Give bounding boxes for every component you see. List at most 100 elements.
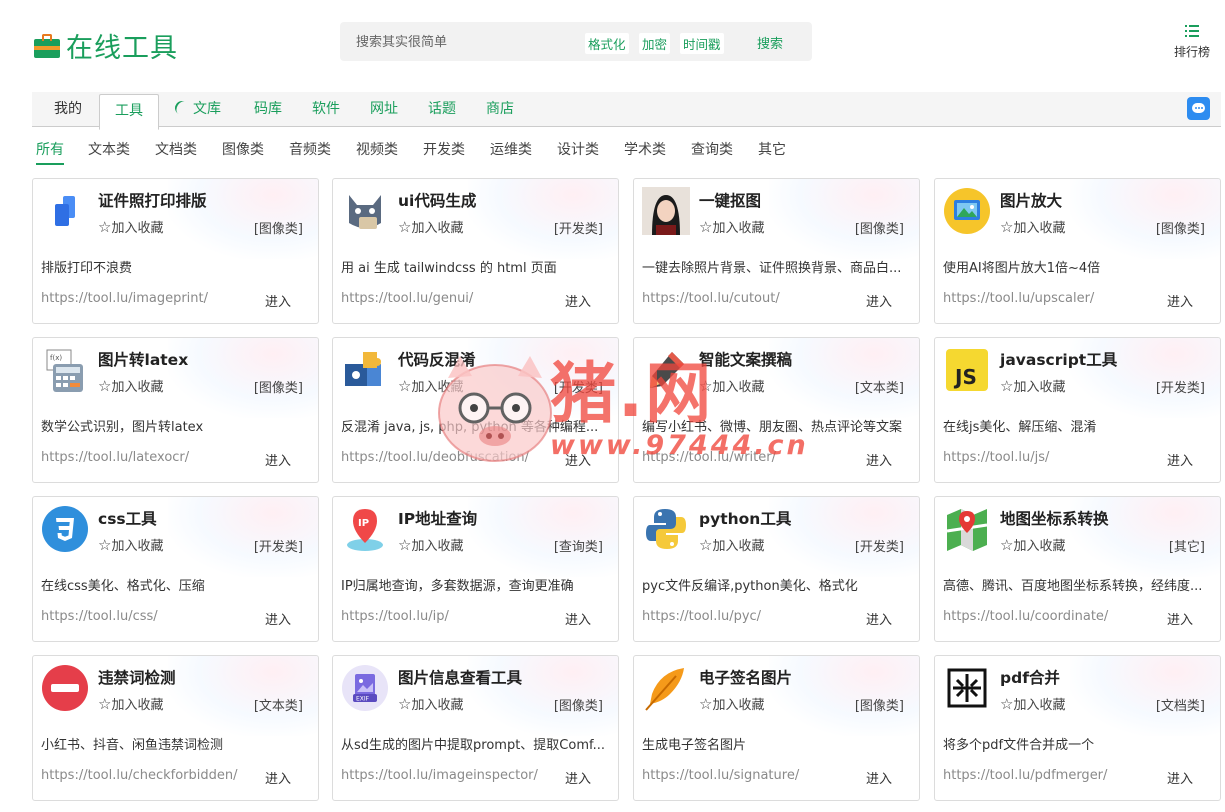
tool-card[interactable]: 代码反混淆 ☆加入收藏 [开发类] 反混淆 java, js, php, python… [332, 337, 619, 483]
card-url[interactable]: https://tool.lu/imageprint/ [41, 291, 241, 306]
category-audio[interactable]: 音频类 [289, 139, 331, 159]
tool-card[interactable]: 违禁词检测 ☆加入收藏 [文本类] 小红书、抖音、闲鱼违禁词检测 https://too… [32, 655, 319, 801]
favorite-button[interactable]: ☆加入收藏 [1000, 217, 1065, 236]
favorite-button[interactable]: ☆加入收藏 [98, 217, 163, 236]
card-url[interactable]: https://tool.lu/writer/ [642, 450, 842, 465]
favorite-button[interactable]: ☆加入收藏 [699, 217, 764, 236]
card-url[interactable]: https://tool.lu/latexocr/ [41, 450, 241, 465]
favorite-button[interactable]: ☆加入收藏 [398, 535, 463, 554]
favorite-button[interactable]: ☆加入收藏 [1000, 535, 1065, 554]
card-url[interactable]: https://tool.lu/checkforbidden/ [41, 768, 241, 783]
category-all[interactable]: 所有 [36, 139, 64, 165]
card-url[interactable]: https://tool.lu/ip/ [341, 609, 541, 624]
enter-button[interactable]: 进入 [565, 768, 591, 787]
tool-card[interactable]: 电子签名图片 ☆加入收藏 [图像类] 生成电子签名图片 https://tool.lu/… [633, 655, 920, 801]
card-url[interactable]: https://tool.lu/upscaler/ [943, 291, 1143, 306]
card-title[interactable]: css工具 [98, 507, 157, 529]
card-title[interactable]: ui代码生成 [398, 189, 476, 211]
card-title[interactable]: 代码反混淆 [398, 348, 476, 370]
tool-card[interactable]: 地图坐标系转换 ☆加入收藏 [其它] 高德、腾讯、百度地图坐标系转换，经纬度... ht… [934, 496, 1221, 642]
tool-card[interactable]: IP IP地址查询 ☆加入收藏 [查询类] IP归属地查询，多套数据源，查询更准确 htt… [332, 496, 619, 642]
search-input[interactable] [356, 32, 566, 52]
tab-my[interactable]: 我的 [39, 92, 97, 127]
site-logo[interactable]: 在线工具 [34, 26, 178, 65]
card-title[interactable]: javascript工具 [1000, 348, 1117, 370]
enter-button[interactable]: 进入 [866, 768, 892, 787]
tool-card[interactable]: 证件照打印排版 ☆加入收藏 [图像类] 排版打印不浪费 https://tool.lu/… [32, 178, 319, 324]
tab-library[interactable]: 文库 [160, 92, 236, 127]
favorite-button[interactable]: ☆加入收藏 [398, 217, 463, 236]
category-image[interactable]: 图像类 [222, 139, 264, 159]
enter-button[interactable]: 进入 [866, 450, 892, 469]
card-title[interactable]: 智能文案撰稿 [699, 348, 792, 370]
tab-sites[interactable]: 网址 [355, 92, 413, 127]
category-design[interactable]: 设计类 [557, 139, 599, 159]
tool-card[interactable]: python工具 ☆加入收藏 [开发类] pyc文件反编译,python美化、格式化 h… [633, 496, 920, 642]
card-title[interactable]: 违禁词检测 [98, 666, 176, 688]
card-url[interactable]: https://tool.lu/deobfuscation/ [341, 450, 541, 465]
enter-button[interactable]: 进入 [265, 609, 291, 628]
rank-button[interactable]: 排行榜 [1172, 24, 1212, 60]
tool-card[interactable]: 智能文案撰稿 ☆加入收藏 [文本类] 编写小红书、微博、朋友圈、热点评论等文案 http… [633, 337, 920, 483]
category-video[interactable]: 视频类 [356, 139, 398, 159]
favorite-button[interactable]: ☆加入收藏 [699, 376, 764, 395]
enter-button[interactable]: 进入 [265, 291, 291, 310]
tool-card[interactable]: 一键抠图 ☆加入收藏 [图像类] 一键去除照片背景、证件照换背景、商品白... http… [633, 178, 920, 324]
search-tag-timestamp[interactable]: 时间戳 [680, 33, 724, 54]
card-url[interactable]: https://tool.lu/imageinspector/ [341, 768, 541, 783]
card-title[interactable]: 地图坐标系转换 [1000, 507, 1109, 529]
tool-card[interactable]: pdf合并 ☆加入收藏 [文档类] 将多个pdf文件合并成一个 https://tool… [934, 655, 1221, 801]
enter-button[interactable]: 进入 [265, 450, 291, 469]
search-tag-format[interactable]: 格式化 [585, 33, 629, 54]
category-query[interactable]: 查询类 [691, 139, 733, 159]
card-title[interactable]: pdf合并 [1000, 666, 1060, 688]
card-title[interactable]: 图片信息查看工具 [398, 666, 522, 688]
category-ops[interactable]: 运维类 [490, 139, 532, 159]
card-url[interactable]: https://tool.lu/pyc/ [642, 609, 842, 624]
favorite-button[interactable]: ☆加入收藏 [1000, 376, 1065, 395]
favorite-button[interactable]: ☆加入收藏 [699, 535, 764, 554]
card-title[interactable]: 证件照打印排版 [98, 189, 207, 211]
category-dev[interactable]: 开发类 [423, 139, 465, 159]
tab-tools[interactable]: 工具 [99, 94, 159, 130]
tool-card[interactable]: 图片放大 ☆加入收藏 [图像类] 使用AI将图片放大1倍~4倍 https://tool… [934, 178, 1221, 324]
favorite-button[interactable]: ☆加入收藏 [398, 694, 463, 713]
favorite-button[interactable]: ☆加入收藏 [98, 535, 163, 554]
card-url[interactable]: https://tool.lu/signature/ [642, 768, 842, 783]
card-url[interactable]: https://tool.lu/cutout/ [642, 291, 842, 306]
tab-store[interactable]: 商店 [471, 92, 529, 127]
tool-card[interactable]: f(x) 图片转latex ☆加入收藏 [图像类] 数学公式识别，图片转latex htt… [32, 337, 319, 483]
card-url[interactable]: https://tool.lu/css/ [41, 609, 241, 624]
search-tag-encrypt[interactable]: 加密 [639, 33, 671, 54]
category-text[interactable]: 文本类 [88, 139, 130, 159]
favorite-button[interactable]: ☆加入收藏 [1000, 694, 1065, 713]
card-url[interactable]: https://tool.lu/js/ [943, 450, 1143, 465]
enter-button[interactable]: 进入 [1167, 768, 1193, 787]
enter-button[interactable]: 进入 [565, 609, 591, 628]
card-url[interactable]: https://tool.lu/coordinate/ [943, 609, 1143, 624]
tab-topics[interactable]: 话题 [413, 92, 471, 127]
enter-button[interactable]: 进入 [1167, 609, 1193, 628]
card-url[interactable]: https://tool.lu/pdfmerger/ [943, 768, 1143, 783]
card-title[interactable]: 图片转latex [98, 348, 188, 370]
card-title[interactable]: 图片放大 [1000, 189, 1062, 211]
category-academic[interactable]: 学术类 [624, 139, 666, 159]
card-url[interactable]: https://tool.lu/genui/ [341, 291, 541, 306]
enter-button[interactable]: 进入 [565, 291, 591, 310]
enter-button[interactable]: 进入 [1167, 450, 1193, 469]
tab-software[interactable]: 软件 [297, 92, 355, 127]
category-doc[interactable]: 文档类 [155, 139, 197, 159]
enter-button[interactable]: 进入 [866, 609, 892, 628]
favorite-button[interactable]: ☆加入收藏 [398, 376, 463, 395]
tool-card[interactable]: EXIF 图片信息查看工具 ☆加入收藏 [图像类] 从sd生成的图片中提取prompt、… [332, 655, 619, 801]
search-button[interactable]: 搜索 [757, 33, 783, 52]
tool-card[interactable]: JS javascript工具 ☆加入收藏 [开发类] 在线js美化、解压缩、混淆 htt… [934, 337, 1221, 483]
card-title[interactable]: 电子签名图片 [699, 666, 792, 688]
card-title[interactable]: python工具 [699, 507, 791, 529]
tool-card[interactable]: ui代码生成 ☆加入收藏 [开发类] 用 ai 生成 tailwindcss 的 ht… [332, 178, 619, 324]
favorite-button[interactable]: ☆加入收藏 [699, 694, 764, 713]
enter-button[interactable]: 进入 [866, 291, 892, 310]
category-other[interactable]: 其它 [758, 139, 786, 159]
card-title[interactable]: 一键抠图 [699, 189, 761, 211]
tab-code[interactable]: 码库 [239, 92, 297, 127]
